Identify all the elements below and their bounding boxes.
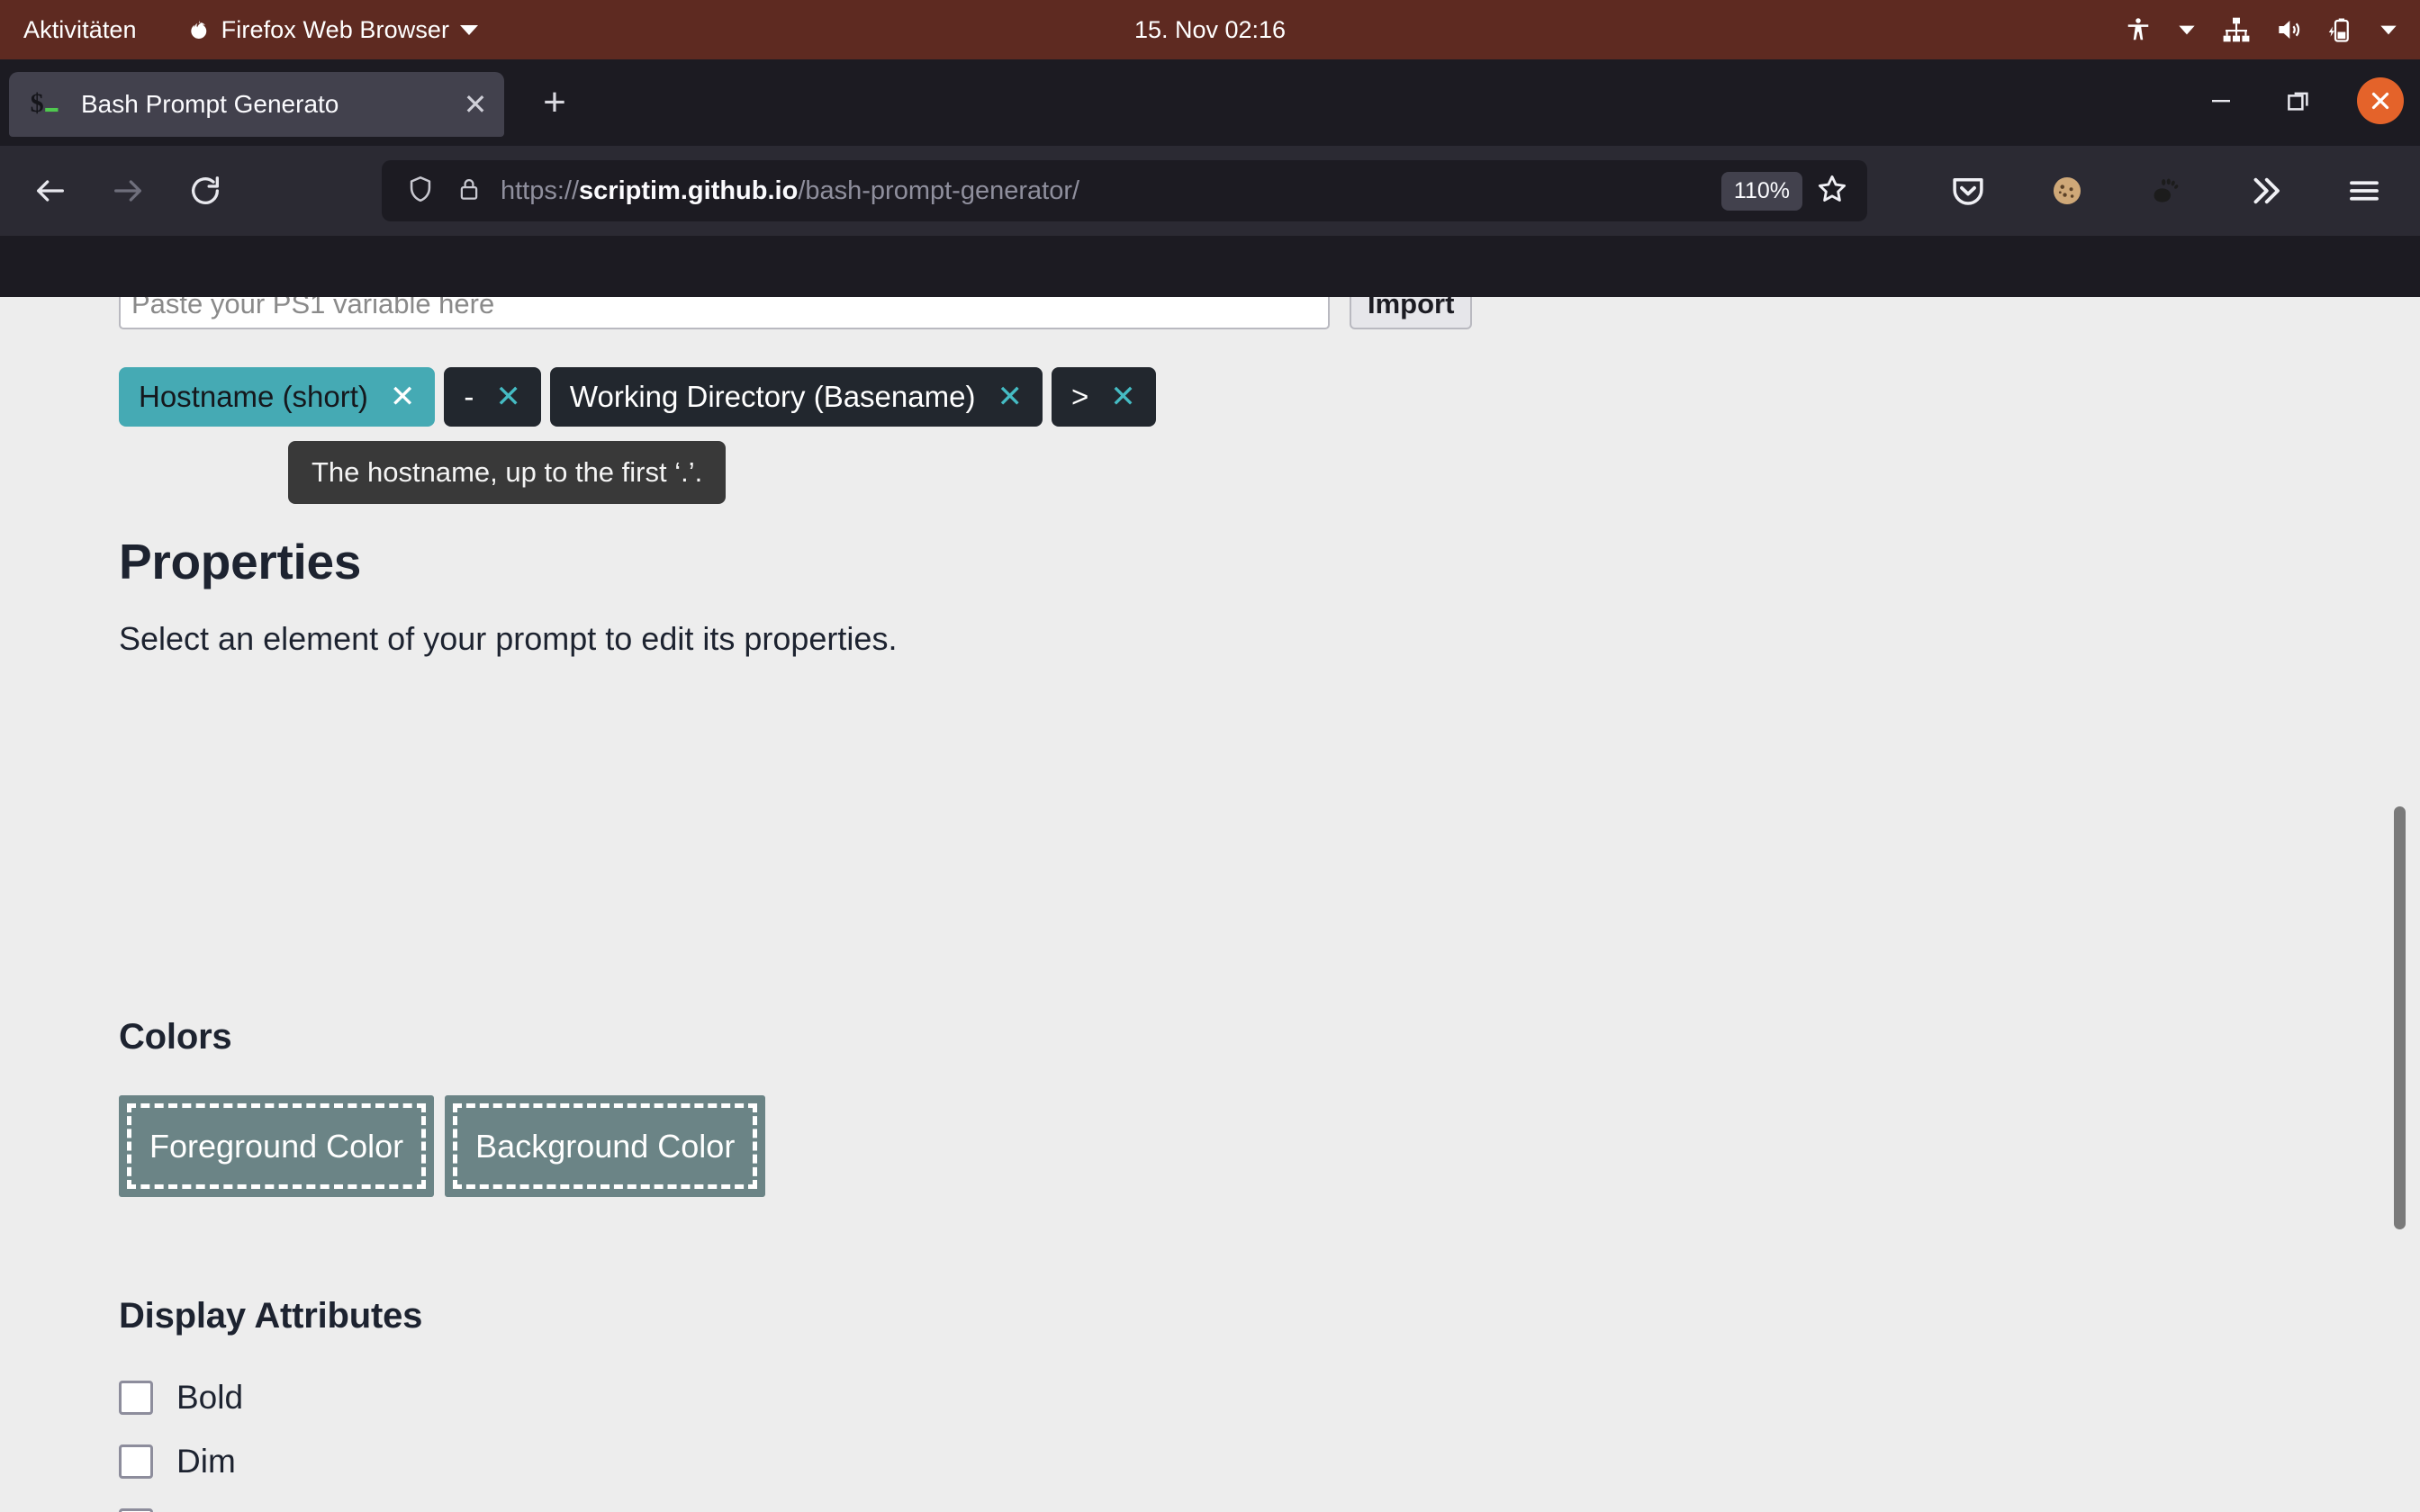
import-button[interactable]: Import — [1350, 297, 1473, 329]
chip-remove-icon[interactable]: ✕ — [495, 382, 521, 412]
minimize-button[interactable] — [2202, 82, 2240, 120]
tray-chevron-down-icon[interactable] — [2175, 18, 2199, 41]
display-attributes-section: Display Attributes Bold Dim Italic — [119, 1296, 422, 1512]
app-menu-label: Firefox Web Browser — [221, 15, 450, 43]
chevron-down-icon — [460, 24, 479, 35]
url-scheme: https:// — [501, 176, 580, 205]
chip-tooltip: The hostname, up to the first ‘.’. — [288, 441, 727, 504]
url-bar[interactable]: https://scriptim.github.io/bash-prompt-g… — [382, 160, 1867, 221]
toolbar-extensions — [1934, 157, 2398, 225]
new-tab-button[interactable]: + — [531, 83, 578, 126]
terminal-prompt-icon: $ — [29, 87, 63, 122]
chip-label: - — [464, 380, 474, 413]
navigation-toolbar: https://scriptim.github.io/bash-prompt-g… — [0, 146, 2420, 236]
activities-button[interactable]: Aktivitäten — [23, 16, 137, 44]
forward-button[interactable] — [94, 157, 162, 225]
import-row: Paste your PS1 variable here Import — [119, 297, 1473, 329]
chip-remove-icon[interactable]: ✕ — [997, 382, 1023, 412]
url-domain: scriptim.github.io — [579, 176, 799, 205]
chip-greater-than[interactable]: > ✕ — [1051, 367, 1156, 427]
url-text[interactable]: https://scriptim.github.io/bash-prompt-g… — [501, 176, 1721, 206]
url-path: /bash-prompt-generator/ — [798, 176, 1080, 205]
chip-working-directory-basename[interactable]: Working Directory (Basename) ✕ — [549, 367, 1043, 427]
cookie-icon[interactable] — [2033, 157, 2101, 225]
attribute-label: Bold — [176, 1379, 244, 1416]
lock-icon[interactable] — [456, 176, 483, 207]
checkbox-bold[interactable] — [119, 1381, 153, 1415]
background-color-button[interactable]: Background Color — [445, 1095, 766, 1197]
top-bar-left-group: Aktivitäten Firefox Web Browser — [0, 15, 479, 44]
battery-charging-icon[interactable] — [2326, 16, 2353, 43]
checkbox-dim[interactable] — [119, 1444, 153, 1479]
clock-label: 15. Nov 02:16 — [1133, 15, 1287, 43]
accessibility-icon[interactable] — [2125, 16, 2152, 43]
chip-dash[interactable]: - ✕ — [444, 367, 541, 427]
screen: Aktivitäten Firefox Web Browser 15. Nov … — [0, 0, 2420, 1512]
foreground-color-button[interactable]: Foreground Color — [119, 1095, 435, 1197]
display-attributes-list: Bold Dim Italic Underline — [119, 1369, 422, 1512]
checkbox-italic[interactable] — [119, 1508, 153, 1512]
back-button[interactable] — [16, 157, 85, 225]
tab-close-icon[interactable]: ✕ — [457, 90, 493, 119]
attribute-row-italic[interactable]: Italic — [119, 1497, 422, 1512]
colors-heading: Colors — [119, 1017, 232, 1057]
firefox-icon — [187, 18, 211, 41]
import-button-label: Import — [1368, 297, 1455, 320]
tab-strip: $ Bash Prompt Generato ✕ + — [0, 59, 2420, 146]
svg-text:$: $ — [31, 87, 44, 118]
tray-chevron-down-icon-2[interactable] — [2377, 18, 2400, 41]
chip-label: > — [1070, 380, 1089, 413]
network-icon[interactable] — [2222, 15, 2251, 44]
attribute-row-bold[interactable]: Bold — [119, 1369, 422, 1426]
colors-section: Colors Foreground Color Background Color — [119, 1017, 766, 1197]
scrollbar-thumb[interactable] — [2394, 806, 2406, 1229]
prompt-element-chips: Hostname (short) ✕ - ✕ Working Directory… — [119, 367, 1156, 427]
properties-heading: Properties — [119, 534, 362, 590]
gnome-foot-icon[interactable] — [2132, 157, 2200, 225]
chip-remove-icon[interactable]: ✕ — [1110, 382, 1136, 412]
ps1-placeholder: Paste your PS1 variable here — [131, 297, 495, 320]
shield-icon[interactable] — [405, 174, 436, 209]
page-scrollbar[interactable] — [2388, 297, 2411, 1512]
attribute-row-dim[interactable]: Dim — [119, 1433, 422, 1490]
display-attributes-heading: Display Attributes — [119, 1296, 423, 1336]
chip-label: Hostname (short) — [139, 380, 368, 413]
pocket-icon[interactable] — [1934, 157, 2002, 225]
ps1-input[interactable]: Paste your PS1 variable here — [119, 297, 1330, 329]
close-window-button[interactable] — [2357, 77, 2404, 124]
restore-button[interactable] — [2280, 82, 2317, 120]
chip-hostname-short[interactable]: Hostname (short) ✕ — [119, 367, 436, 427]
chip-remove-icon[interactable]: ✕ — [390, 382, 416, 412]
color-buttons-row: Foreground Color Background Color — [119, 1095, 766, 1197]
system-tray[interactable] — [2125, 0, 2400, 59]
browser-tab[interactable]: $ Bash Prompt Generato ✕ — [9, 72, 504, 137]
nav-buttons — [16, 157, 239, 225]
reload-button[interactable] — [171, 157, 239, 225]
page-content: Paste your PS1 variable here Import Host… — [0, 297, 2420, 1512]
volume-icon[interactable] — [2274, 15, 2303, 44]
attribute-label: Dim — [176, 1443, 236, 1480]
attribute-label: Italic — [176, 1507, 245, 1512]
properties-section: Properties Select an element of your pro… — [119, 533, 897, 658]
background-color-label: Background Color — [475, 1127, 736, 1165]
star-icon[interactable] — [1815, 172, 1849, 211]
zoom-level-badge[interactable]: 110% — [1720, 171, 1802, 211]
overflow-chevrons-icon[interactable] — [2231, 157, 2299, 225]
activities-label: Aktivitäten — [23, 15, 137, 43]
hamburger-menu-icon[interactable] — [2330, 157, 2398, 225]
tab-title: Bash Prompt Generato — [81, 90, 339, 118]
app-menu-button[interactable]: Firefox Web Browser — [187, 15, 479, 44]
chip-label: Working Directory (Basename) — [569, 380, 976, 413]
foreground-color-label: Foreground Color — [149, 1127, 404, 1165]
firefox-window: $ Bash Prompt Generato ✕ + https://scrip… — [0, 59, 2420, 1512]
window-controls — [2202, 77, 2404, 124]
gnome-top-bar: Aktivitäten Firefox Web Browser 15. Nov … — [0, 0, 2420, 59]
properties-description: Select an element of your prompt to edit… — [119, 620, 898, 657]
